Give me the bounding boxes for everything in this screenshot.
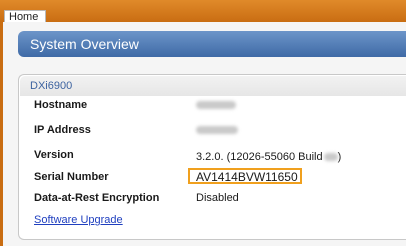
software-upgrade-link[interactable]: Software Upgrade [34,213,123,227]
tab-home[interactable]: Home [4,10,46,23]
build-number-redacted [323,153,338,161]
version-text: 3.2.0. (12026-55060 Build [196,151,323,163]
encryption-value: Disabled [196,192,239,204]
serial-number-highlight [188,168,302,184]
tab-strip: Home [0,0,406,23]
version-suffix: ) [337,151,342,163]
ip-address-value-redacted [196,126,238,134]
ip-address-label: IP Address [34,124,91,136]
hostname-label: Hostname [34,99,88,111]
encryption-label: Data-at-Rest Encryption [34,192,160,204]
version-label: Version [34,149,74,161]
hostname-value-redacted [196,101,236,109]
panel-title: System Overview [18,31,406,57]
device-model-title: DXi6900 [20,76,406,96]
version-value: 3.2.0. (12026-55060 Build) [196,150,341,164]
serial-number-label: Serial Number [34,171,109,183]
